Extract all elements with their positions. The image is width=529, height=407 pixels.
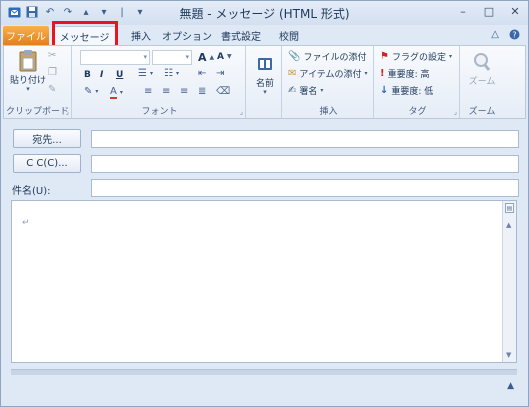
group-include: 📎 ファイルの添付 ✉ アイテムの添付 ▾ ✍ 署名 ▾ 挿入 (284, 46, 374, 118)
magnifier-icon (471, 50, 493, 74)
tab-file[interactable]: ファイル (3, 26, 49, 45)
copy-icon[interactable]: ❐ (48, 68, 57, 78)
underline-button[interactable]: U (116, 70, 123, 80)
tags-launcher-icon[interactable]: ⌟ (454, 108, 457, 116)
message-body[interactable]: ↵ ▤ ▲ ▼ (11, 200, 517, 363)
title-bar: ↶ ↷ ▴ ▾ | ▾ 無題 - メッセージ (HTML 形式) – □ ✕ (1, 1, 528, 25)
font-launcher-icon[interactable]: ⌟ (240, 108, 243, 116)
clipboard-icon (17, 49, 39, 73)
cc-field[interactable] (91, 155, 519, 173)
bullets-icon[interactable]: ☰ ▾ (138, 69, 153, 79)
expand-people-pane-icon[interactable]: ▲ (507, 381, 514, 391)
align-left-icon[interactable]: ≡ (144, 87, 152, 97)
close-icon[interactable]: ✕ (508, 4, 522, 18)
shrink-font-icon: ▼ (226, 53, 232, 60)
group-zoom-label: ズーム (468, 107, 496, 117)
tab-options[interactable]: オプション (162, 26, 212, 45)
clear-format-icon[interactable]: ⌫ (216, 87, 230, 97)
minimize-ribbon-icon[interactable]: △ (491, 29, 499, 43)
scroll-up-icon[interactable]: ▲ (506, 221, 511, 229)
increase-indent-icon[interactable]: ⇥ (216, 69, 224, 79)
clipboard-launcher-icon[interactable]: ⌟ (66, 108, 69, 116)
bold-button[interactable]: B (84, 70, 91, 80)
ribbon: 貼り付け ▾ ✂ ❐ ✎ クリップボード ⌟ ▾ ▾ A ▲ A ▼ B I U ☰… (3, 45, 526, 119)
group-font-label: フォント (141, 107, 178, 117)
group-names: 名前 ▾ (248, 46, 282, 118)
paperclip-icon: 📎 (288, 50, 301, 62)
group-font: ▾ ▾ A ▲ A ▼ B I U ☰ ▾ ☷ ▾ ⇤ ⇥ ✎ ▾ A ▾ ≡ ≡ ≡ ≣ … (74, 46, 246, 118)
grow-font-icon: ▲ (209, 53, 215, 61)
scroll-down-icon[interactable]: ▼ (506, 351, 511, 359)
maximize-icon[interactable]: □ (482, 4, 496, 18)
font-size-dropdown-icon: ▾ (185, 53, 189, 61)
down-arrow-icon: ↓ (380, 84, 389, 96)
format-painter-icon[interactable]: ✎ (48, 85, 56, 95)
tab-review[interactable]: 校閲 (271, 26, 307, 45)
to-field[interactable] (91, 130, 519, 148)
shrink-font-button[interactable]: A ▼ (217, 52, 232, 62)
italic-button[interactable]: I (100, 70, 103, 80)
tabrow-icons: △ ? (491, 29, 520, 43)
tab-format-text[interactable]: 書式設定 (216, 26, 266, 45)
paragraph-mark: ↵ (22, 218, 30, 228)
tab-insert[interactable]: 挿入 (123, 26, 159, 45)
attach-file-button[interactable]: 📎 ファイルの添付 (288, 50, 366, 63)
body-scrollbar[interactable]: ▤ ▲ ▼ (502, 201, 516, 362)
address-book-button[interactable]: 名前 ▾ (252, 52, 278, 96)
align-center-icon[interactable]: ≡ (162, 87, 170, 97)
group-clipboard: 貼り付け ▾ ✂ ❐ ✎ クリップボード ⌟ (4, 46, 72, 118)
group-zoom: ズーム ズーム (462, 46, 502, 118)
cc-button[interactable]: C C(C)... (13, 154, 81, 173)
envelope-icon: ✉ (288, 67, 297, 79)
high-importance-button[interactable]: ! 重要度: 高 (380, 67, 429, 80)
align-right-icon[interactable]: ≡ (180, 87, 188, 97)
ruler-icon[interactable]: ▤ (505, 203, 514, 213)
subject-field[interactable] (91, 179, 519, 197)
help-icon[interactable]: ? (509, 29, 520, 43)
zoom-button[interactable]: ズーム (464, 50, 500, 87)
justify-icon[interactable]: ≣ (198, 87, 206, 97)
window-controls: – □ ✕ (456, 4, 522, 18)
ribbon-tabs: ファイル メッセージ 挿入 オプション 書式設定 校閲 △ ? (1, 25, 528, 45)
signature-icon: ✍ (288, 84, 297, 96)
font-name-dropdown-icon: ▾ (143, 53, 147, 61)
signature-dropdown-icon: ▾ (320, 86, 324, 94)
names-dropdown-icon: ▾ (263, 88, 267, 96)
attach-item-button[interactable]: ✉ アイテムの添付 ▾ (288, 67, 368, 80)
outlook-message-window: ↶ ↷ ▴ ▾ | ▾ 無題 - メッセージ (HTML 形式) – □ ✕ フ… (0, 0, 529, 407)
paste-dropdown-icon: ▾ (26, 85, 30, 93)
people-pane-bar[interactable] (11, 369, 517, 375)
follow-up-dropdown-icon: ▾ (448, 52, 452, 60)
font-name-combo[interactable]: ▾ (80, 50, 150, 65)
group-clipboard-label: クリップボード (5, 107, 69, 117)
window-title: 無題 - メッセージ (HTML 形式) (179, 7, 350, 21)
zoom-button-label: ズーム (468, 77, 496, 87)
group-include-label: 挿入 (319, 107, 338, 117)
group-tags: ⚑ フラグの設定 ▾ ! 重要度: 高 ↓ 重要度: 低 タグ ⌟ (376, 46, 460, 118)
numbering-icon[interactable]: ☷ ▾ (164, 69, 179, 79)
font-color-icon[interactable]: A ▾ (110, 87, 123, 99)
address-book-icon (254, 52, 276, 76)
minimize-icon[interactable]: – (456, 4, 470, 18)
flag-icon: ⚑ (380, 50, 389, 62)
signature-button[interactable]: ✍ 署名 ▾ (288, 84, 323, 97)
grow-font-button[interactable]: A ▲ (198, 51, 214, 64)
exclamation-icon: ! (380, 67, 385, 79)
tab-message[interactable]: メッセージ (53, 26, 116, 45)
highlight-icon[interactable]: ✎ ▾ (84, 87, 98, 97)
attach-item-dropdown-icon: ▾ (364, 69, 368, 77)
low-importance-button[interactable]: ↓ 重要度: 低 (380, 84, 433, 97)
paste-button[interactable]: 貼り付け ▾ (10, 49, 46, 93)
font-size-combo[interactable]: ▾ (152, 50, 192, 65)
message-header: 宛先... C C(C)... 件名(U): (3, 119, 526, 197)
to-button[interactable]: 宛先... (13, 129, 81, 148)
group-tags-label: タグ (408, 107, 427, 117)
decrease-indent-icon[interactable]: ⇤ (198, 69, 206, 79)
subject-label: 件名(U): (12, 186, 51, 197)
follow-up-button[interactable]: ⚑ フラグの設定 ▾ (380, 50, 452, 63)
cut-icon[interactable]: ✂ (48, 51, 56, 61)
svg-text:?: ? (512, 31, 516, 40)
